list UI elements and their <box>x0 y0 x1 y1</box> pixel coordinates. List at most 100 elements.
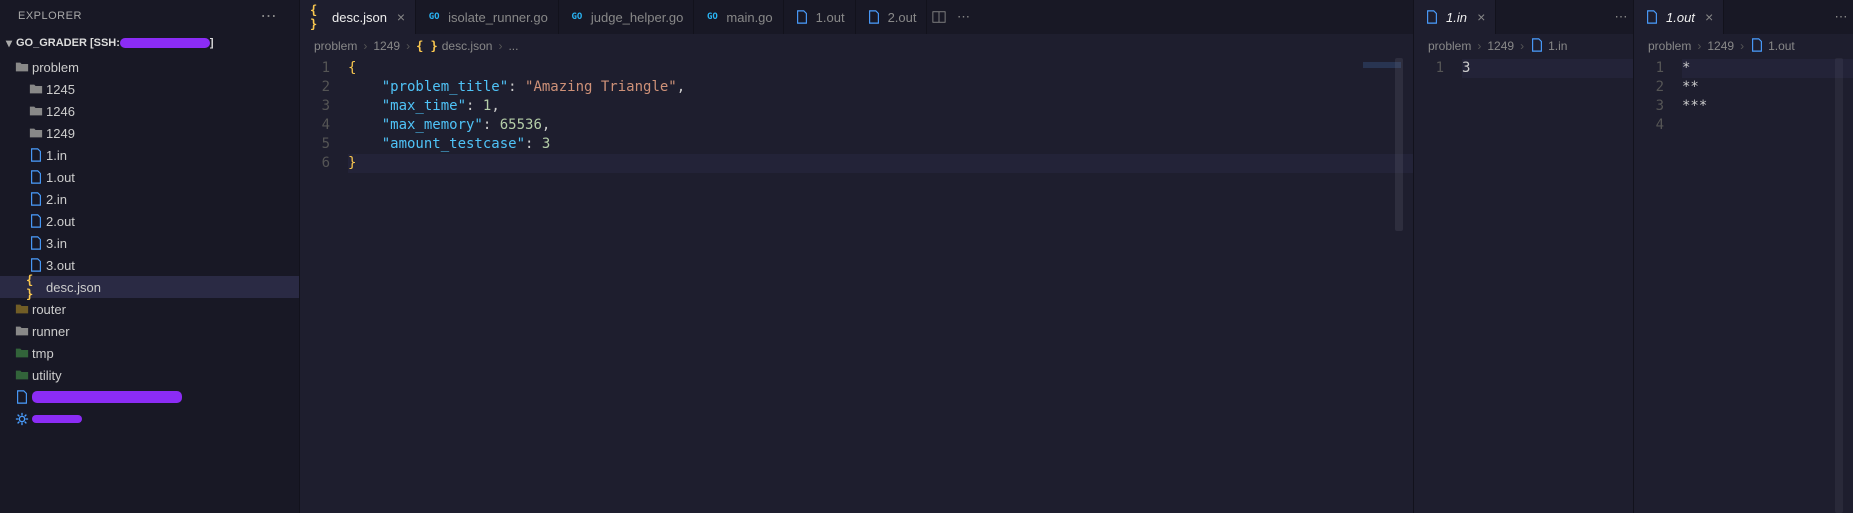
tab-judge_helper.go[interactable]: GOjudge_helper.go <box>559 0 695 34</box>
breadcrumb-segment[interactable]: problem <box>1648 39 1691 53</box>
breadcrumb-1[interactable]: problem›1249›{ }desc.json›... <box>300 34 1413 58</box>
token: , <box>677 79 685 95</box>
close-icon[interactable]: × <box>1705 9 1713 25</box>
tree-item-redacted[interactable] <box>0 386 299 408</box>
tree-item-tmp[interactable]: tmp <box>0 342 299 364</box>
code-line[interactable]: "problem_title": "Amazing Triangle", <box>348 78 1413 97</box>
close-icon[interactable]: × <box>1477 9 1485 25</box>
tab-more-icon[interactable]: ⋯ <box>1829 0 1853 34</box>
minimap-scrollbar[interactable] <box>1395 58 1403 231</box>
line-number: 3 <box>300 97 330 116</box>
folder-open-icon <box>12 60 32 74</box>
code-content-1[interactable]: { "problem_title": "Amazing Triangle", "… <box>348 58 1413 513</box>
tree-item-1245[interactable]: 1245 <box>0 78 299 100</box>
code-line[interactable]: { <box>348 59 1413 78</box>
tree-item-desc.json[interactable]: { }desc.json <box>0 276 299 298</box>
json-icon: { } <box>416 39 438 53</box>
tab-isolate_runner.go[interactable]: GOisolate_runner.go <box>416 0 559 34</box>
tree-item-utility[interactable]: utility <box>0 364 299 386</box>
editor-area: { }desc.json×GOisolate_runner.goGOjudge_… <box>300 0 1853 513</box>
tab-more-icon[interactable]: ⋯ <box>1609 0 1633 34</box>
token: "Amazing Triangle" <box>525 79 677 95</box>
tree-item-label: 3.out <box>46 258 75 273</box>
code-line[interactable]: 3 <box>1462 59 1633 78</box>
token <box>348 79 382 95</box>
explorer-more-icon[interactable]: ⋯ <box>255 6 284 26</box>
file-tree: problem 1245124612491.in1.out2.in 2.out 3.i… <box>0 54 299 430</box>
code-line[interactable]: "max_time": 1, <box>348 97 1413 116</box>
tab-2.out[interactable]: 2.out <box>856 0 928 34</box>
line-number: 2 <box>300 78 330 97</box>
line-number: 6 <box>300 154 330 173</box>
breadcrumb-separator-icon: › <box>1740 39 1744 53</box>
tab-desc.json[interactable]: { }desc.json× <box>300 0 416 34</box>
tree-item-label: utility <box>32 368 62 383</box>
editor-panes: problem › 1249 › { }desc.json ›... 123456 { "… <box>300 34 1853 513</box>
breadcrumb-separator-icon: › <box>1477 39 1481 53</box>
tree-item-label: runner <box>32 324 70 339</box>
line-number: 4 <box>300 116 330 135</box>
tree-item-1249[interactable]: 1249 <box>0 122 299 144</box>
breadcrumb-segment[interactable]: problem <box>1428 39 1471 53</box>
code-area-2[interactable]: 1 3 <box>1414 58 1633 513</box>
breadcrumb-segment[interactable]: 1.in <box>1530 38 1567 55</box>
code-line[interactable]: } <box>348 154 1413 173</box>
breadcrumb-segment[interactable]: { }desc.json <box>416 39 492 53</box>
tab-bars: { }desc.json×GOisolate_runner.goGOjudge_… <box>300 0 1853 34</box>
folder-y-icon <box>12 302 32 316</box>
breadcrumb-segment[interactable]: 1249 <box>1707 39 1734 53</box>
folder-g2-icon <box>12 368 32 382</box>
tree-item-3.in[interactable]: 3.in <box>0 232 299 254</box>
breadcrumb-segment[interactable]: ... <box>508 39 518 53</box>
file-icon <box>1750 38 1764 55</box>
line-number: 4 <box>1634 116 1664 135</box>
tab-main.go[interactable]: GOmain.go <box>694 0 783 34</box>
breadcrumb-3[interactable]: problem › 1249 › 1.out <box>1634 34 1853 58</box>
tree-item-1.out[interactable]: 1.out <box>0 166 299 188</box>
line-number: 1 <box>300 59 330 78</box>
tree-item-redacted[interactable] <box>0 408 299 430</box>
split-editor-icon[interactable] <box>927 0 951 34</box>
tree-item-runner[interactable]: runner <box>0 320 299 342</box>
token: "amount_testcase" <box>382 136 525 152</box>
code-line[interactable]: "max_memory": 65536, <box>348 116 1413 135</box>
code-area-1[interactable]: 123456 { "problem_title": "Amazing Trian… <box>300 58 1413 513</box>
token: "max_memory" <box>382 117 483 133</box>
code-content-2[interactable]: 3 <box>1462 58 1633 513</box>
tree-item-2.in[interactable]: 2.in <box>0 188 299 210</box>
code-area-3[interactable]: 1234 ****** <box>1634 58 1853 513</box>
tab-1.in[interactable]: 1.in× <box>1414 0 1496 34</box>
tab-label: 1.out <box>816 10 845 25</box>
tree-item-label: 2.out <box>46 214 75 229</box>
minimap-scrollbar[interactable] <box>1835 58 1843 513</box>
token <box>348 98 382 114</box>
explorer-title: EXPLORER <box>18 10 255 22</box>
file-icon <box>12 390 32 404</box>
tab-more-icon[interactable]: ⋯ <box>951 0 975 34</box>
minimap-1[interactable] <box>1343 58 1403 513</box>
tab-1.out[interactable]: 1.out× <box>1634 0 1724 34</box>
tab-bar-3: 1.out× ⋯ <box>1633 0 1853 34</box>
breadcrumb-segment[interactable]: 1249 <box>1487 39 1514 53</box>
breadcrumb-segment[interactable]: problem <box>314 39 357 53</box>
close-icon[interactable]: × <box>397 9 405 25</box>
minimap-3[interactable] <box>1783 58 1843 513</box>
tree-item-router[interactable]: router <box>0 298 299 320</box>
line-gutter-2: 1 <box>1414 58 1462 513</box>
breadcrumb-separator-icon: › <box>1697 39 1701 53</box>
tree-item-problem[interactable]: problem <box>0 56 299 78</box>
tree-item-label: problem <box>32 60 79 75</box>
code-line[interactable]: "amount_testcase": 3 <box>348 135 1413 154</box>
tree-item-1.in[interactable]: 1.in <box>0 144 299 166</box>
workspace-section-header[interactable]: ▾ GO_GRADER [SSH: ] <box>0 32 299 54</box>
folder-open-icon <box>26 126 46 140</box>
breadcrumb-2[interactable]: problem › 1249 › 1.in <box>1414 34 1633 58</box>
breadcrumb-separator-icon: › <box>1520 39 1524 53</box>
tab-label: isolate_runner.go <box>448 10 548 25</box>
breadcrumb-segment[interactable]: 1.out <box>1750 38 1795 55</box>
breadcrumb-separator-icon: › <box>363 39 367 53</box>
tab-1.out[interactable]: 1.out <box>784 0 856 34</box>
tree-item-2.out[interactable]: 2.out <box>0 210 299 232</box>
tree-item-1246[interactable]: 1246 <box>0 100 299 122</box>
breadcrumb-segment[interactable]: 1249 <box>373 39 400 53</box>
